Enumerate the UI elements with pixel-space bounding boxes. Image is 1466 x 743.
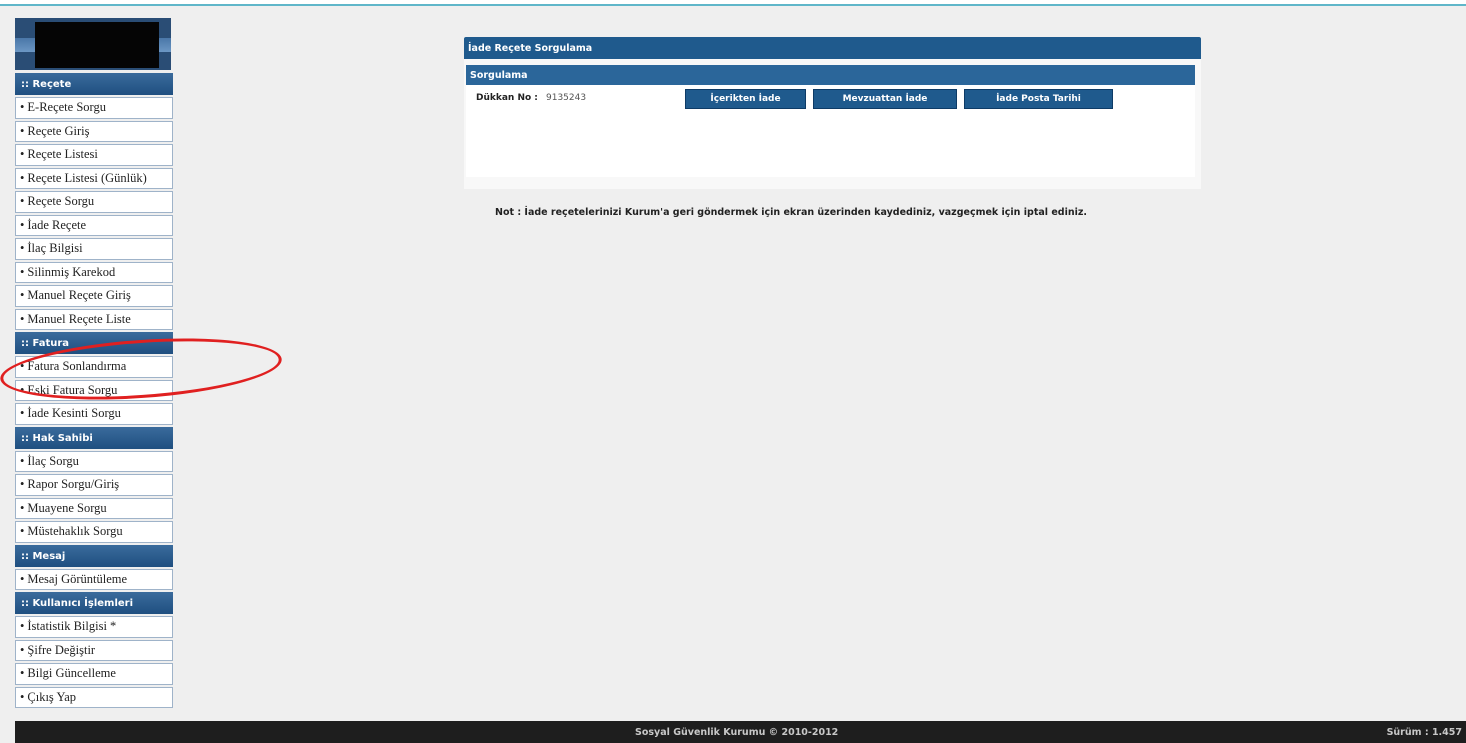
bullet-icon: • bbox=[20, 406, 25, 420]
bullet-icon: • bbox=[20, 170, 25, 185]
menu-item-label: Rapor Sorgu/Giriş bbox=[27, 477, 120, 491]
store-number-label: Dükkan No : bbox=[476, 93, 538, 103]
sidebar-menu-item[interactable]: • Reçete Giriş bbox=[15, 120, 173, 142]
menu-item-label: İlaç Bilgisi bbox=[27, 241, 83, 255]
bullet-icon: • bbox=[20, 311, 25, 326]
sidebar-menu-item[interactable]: • Müstehaklık Sorgu bbox=[15, 521, 173, 543]
menu-item-label: E-Reçete Sorgu bbox=[27, 100, 106, 114]
sidebar-menu-item[interactable]: • Mesaj Görüntüleme bbox=[15, 568, 173, 590]
menu-section-header: :: Reçete bbox=[15, 73, 173, 95]
bullet-icon: • bbox=[20, 241, 25, 255]
menu-item-label: Çıkış Yap bbox=[27, 689, 77, 704]
return-prescription-panel: İade Reçete Sorgulama Sorgulama Dükkan N… bbox=[464, 37, 1201, 189]
logo bbox=[15, 18, 171, 70]
bullet-icon: • bbox=[20, 264, 25, 279]
menu-item-label: Reçete Giriş bbox=[27, 123, 90, 138]
content-return-button[interactable]: İçerikten İade bbox=[685, 89, 806, 109]
bullet-icon: • bbox=[20, 123, 25, 138]
redacted-logo bbox=[35, 22, 159, 68]
bullet-icon: • bbox=[20, 571, 25, 586]
panel-title: İade Reçete Sorgulama bbox=[464, 37, 1201, 59]
footer-copyright: Sosyal Güvenlik Kurumu © 2010-2012 bbox=[635, 727, 839, 738]
menu-item-label: Mesaj Görüntüleme bbox=[27, 571, 128, 586]
bullet-icon: • bbox=[20, 666, 25, 680]
bullet-icon: • bbox=[20, 147, 25, 161]
menu-item-label: İade Reçete bbox=[27, 217, 87, 232]
bullet-icon: • bbox=[20, 100, 25, 114]
sidebar-menu-item[interactable]: • Reçete Sorgu bbox=[15, 191, 173, 213]
menu-item-label: Manuel Reçete Giriş bbox=[27, 288, 131, 302]
bullet-icon: • bbox=[20, 217, 25, 232]
sidebar-menu-item[interactable]: • Reçete Listesi bbox=[15, 144, 173, 166]
menu-item-label: İade Kesinti Sorgu bbox=[27, 406, 121, 420]
sidebar-menu-item[interactable]: • Çıkış Yap bbox=[15, 686, 173, 708]
sidebar-menu-item[interactable]: • İstatistik Bilgisi * bbox=[15, 616, 173, 638]
sidebar-menu-item[interactable]: • Rapor Sorgu/Giriş bbox=[15, 474, 173, 496]
sidebar-menu-item[interactable]: • Reçete Listesi (Günlük) bbox=[15, 167, 173, 189]
query-row: Dükkan No : 9135243 İçerikten İade Mevzu… bbox=[466, 85, 1195, 115]
bullet-icon: • bbox=[20, 689, 25, 704]
sidebar-menu-item[interactable]: • Şifre Değiştir bbox=[15, 639, 173, 661]
footer: Sosyal Güvenlik Kurumu © 2010-2012 Sürüm… bbox=[15, 721, 1466, 743]
menu-section-header: :: Mesaj bbox=[15, 544, 173, 567]
menu-item-label: Reçete Listesi (Günlük) bbox=[27, 170, 147, 185]
return-mail-date-button[interactable]: İade Posta Tarihi bbox=[964, 89, 1113, 109]
bullet-icon: • bbox=[20, 642, 25, 657]
menu-item-label: Silinmiş Karekod bbox=[27, 264, 116, 279]
bullet-icon: • bbox=[20, 288, 25, 302]
note-text: Not : İade reçetelerinizi Kurum'a geri g… bbox=[495, 207, 1087, 218]
bullet-icon: • bbox=[20, 194, 25, 208]
menu-item-label: Reçete Listesi bbox=[27, 147, 98, 161]
sidebar-menu-item[interactable]: • Manuel Reçete Giriş bbox=[15, 285, 173, 307]
sidebar-menu-item[interactable]: • E-Reçete Sorgu bbox=[15, 97, 173, 119]
menu-item-label: Bilgi Güncelleme bbox=[27, 666, 116, 680]
menu-section-header: :: Hak Sahibi bbox=[15, 426, 173, 449]
menu-item-label: Reçete Sorgu bbox=[27, 194, 95, 208]
footer-version: Sürüm : 1.457 bbox=[1386, 727, 1462, 738]
menu-section-header: :: Kullanıcı İşlemleri bbox=[15, 592, 173, 614]
top-border bbox=[0, 0, 1466, 6]
regulation-return-button[interactable]: Mevzuattan İade bbox=[813, 89, 957, 109]
sidebar-menu-item[interactable]: • İade Kesinti Sorgu bbox=[15, 403, 173, 425]
query-subtitle: Sorgulama bbox=[466, 65, 1195, 85]
sidebar-menu-item[interactable]: • Bilgi Güncelleme bbox=[15, 663, 173, 685]
store-number-value: 9135243 bbox=[546, 93, 587, 103]
menu-item-label: İstatistik Bilgisi * bbox=[27, 619, 117, 633]
menu-item-label: Manuel Reçete Liste bbox=[27, 311, 131, 326]
sidebar-menu-item[interactable]: • İlaç Bilgisi bbox=[15, 238, 173, 260]
bullet-icon: • bbox=[20, 500, 25, 515]
sidebar-menu-item[interactable]: • İlaç Sorgu bbox=[15, 450, 173, 472]
sidebar-menu-item[interactable]: • Muayene Sorgu bbox=[15, 497, 173, 519]
bullet-icon: • bbox=[20, 453, 25, 468]
results-area bbox=[466, 115, 1195, 177]
menu-item-label: Muayene Sorgu bbox=[27, 500, 107, 515]
bullet-icon: • bbox=[20, 524, 25, 538]
sidebar-menu-item[interactable]: • İade Reçete bbox=[15, 214, 173, 236]
menu-item-label: İlaç Sorgu bbox=[27, 453, 79, 468]
menu-item-label: Şifre Değiştir bbox=[27, 642, 96, 657]
menu-item-label: Müstehaklık Sorgu bbox=[27, 524, 123, 538]
sidebar-menu-item[interactable]: • Silinmiş Karekod bbox=[15, 261, 173, 283]
bullet-icon: • bbox=[20, 477, 25, 491]
bullet-icon: • bbox=[20, 619, 25, 633]
sidebar-menu-item[interactable]: • Manuel Reçete Liste bbox=[15, 308, 173, 330]
